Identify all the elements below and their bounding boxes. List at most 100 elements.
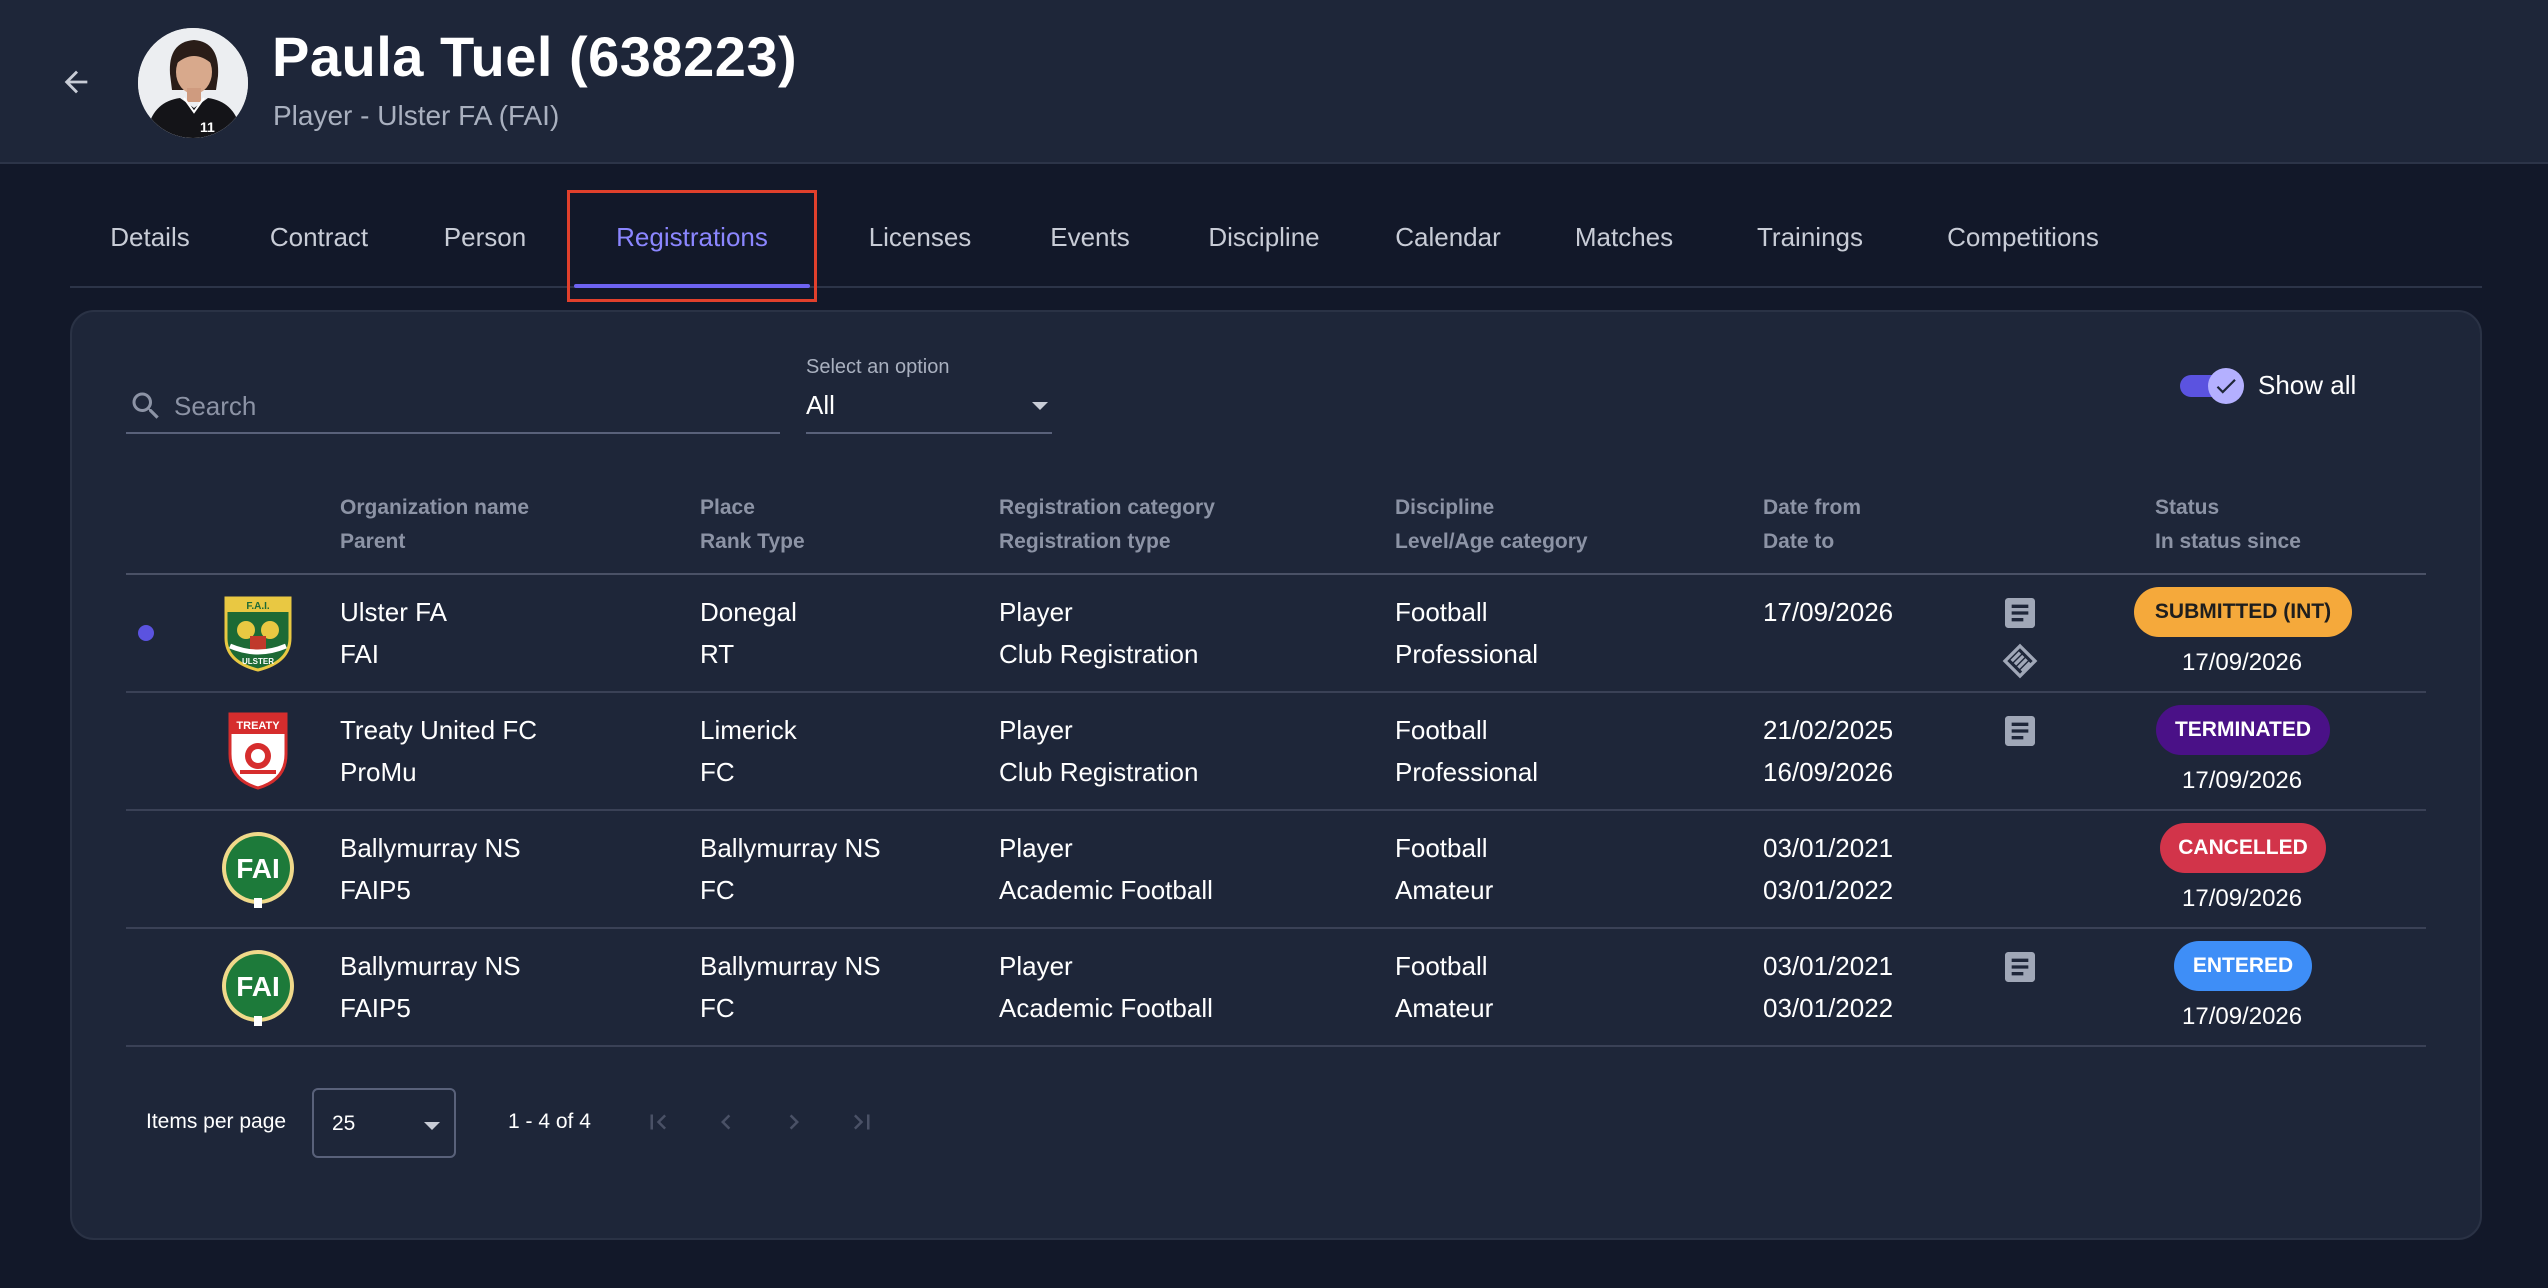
header-status-since[interactable]: In status since xyxy=(2155,530,2301,554)
arrow-left-icon xyxy=(64,70,88,94)
header-level[interactable]: Level/Age category xyxy=(1395,530,1588,554)
player-photo: 11 xyxy=(138,28,248,138)
header-discipline[interactable]: Discipline xyxy=(1395,496,1494,520)
fai-crest-text: FAI xyxy=(236,853,280,884)
tab-events[interactable]: Events xyxy=(1012,188,1168,286)
caret-down-icon xyxy=(424,1122,440,1130)
rank-type: FC xyxy=(700,993,735,1023)
ulster-crest-name: ULSTER xyxy=(242,657,274,666)
discipline: Football xyxy=(1395,597,1488,627)
level: Professional xyxy=(1395,639,1539,669)
header-reg-type[interactable]: Registration type xyxy=(999,530,1171,554)
handshake-icon[interactable] xyxy=(2000,641,2040,681)
page-subtitle: Player - Ulster FA (FAI) xyxy=(273,100,560,131)
discipline: Football xyxy=(1395,951,1488,981)
header-place[interactable]: Place xyxy=(700,496,755,520)
select-value: All xyxy=(806,390,835,420)
header-status[interactable]: Status xyxy=(2155,496,2219,520)
reg-category: Player xyxy=(999,951,1073,981)
table-row[interactable]: FAI Ballymurray NS FAIP5 Ballymurray NS … xyxy=(126,811,2426,929)
tab-matches[interactable]: Matches xyxy=(1536,188,1712,286)
header-date-from[interactable]: Date from xyxy=(1763,496,1861,520)
date-to: 03/01/2022 xyxy=(1763,875,1894,905)
tab-contract[interactable]: Contract xyxy=(230,188,408,286)
select-label: Select an option xyxy=(806,356,950,378)
treaty-crest-text: TREATY xyxy=(236,720,280,732)
tab-competitions[interactable]: Competitions xyxy=(1908,188,2138,286)
place: Ballymurray NS xyxy=(700,951,881,981)
date-from: 03/01/2021 xyxy=(1763,951,1894,981)
reg-type: Club Registration xyxy=(999,639,1199,669)
reg-category: Player xyxy=(999,597,1073,627)
tab-licenses[interactable]: Licenses xyxy=(828,188,1012,286)
status-badge: CANCELLED xyxy=(2160,823,2326,873)
items-per-page-select[interactable]: 25 xyxy=(312,1088,456,1158)
first-page-icon xyxy=(650,1114,667,1130)
tab-highlight-box xyxy=(567,190,817,302)
first-page-button[interactable] xyxy=(640,1104,676,1140)
reg-type: Club Registration xyxy=(999,757,1199,787)
tab-trainings[interactable]: Trainings xyxy=(1712,188,1908,286)
page-header: 11 Paula Tuel (638223) Player - Ulster F… xyxy=(0,0,2548,164)
parent-name: ProMu xyxy=(340,757,417,787)
selected-indicator xyxy=(138,625,154,641)
place: Donegal xyxy=(700,597,797,627)
ulster-crest-logo: F.A.I. ULSTER xyxy=(224,596,292,672)
level: Amateur xyxy=(1395,993,1494,1023)
org-name: Ulster FA xyxy=(340,597,447,627)
chevron-right-icon xyxy=(789,1114,799,1130)
tab-bar: Details Contract Person Registrations Li… xyxy=(70,188,2482,288)
toggle-thumb xyxy=(2208,368,2244,404)
header-reg-category[interactable]: Registration category xyxy=(999,496,1215,520)
tab-discipline[interactable]: Discipline xyxy=(1168,188,1360,286)
back-button[interactable] xyxy=(52,58,100,106)
tab-details[interactable]: Details xyxy=(70,188,230,286)
fai-crest-logo: FAI xyxy=(222,950,294,1026)
table-row[interactable]: FAI Ballymurray NS FAIP5 Ballymurray NS … xyxy=(126,929,2426,1047)
table-row[interactable]: TREATY Treaty United FC ProMu Limerick F… xyxy=(126,693,2426,811)
discipline: Football xyxy=(1395,715,1488,745)
header-org[interactable]: Organization name xyxy=(340,496,529,520)
next-page-button[interactable] xyxy=(776,1104,812,1140)
parent-name: FAIP5 xyxy=(340,875,411,905)
status-badge: ENTERED xyxy=(2174,941,2312,991)
last-page-button[interactable] xyxy=(844,1104,880,1140)
tab-person[interactable]: Person xyxy=(408,188,562,286)
show-all-toggle[interactable] xyxy=(2180,368,2246,404)
header-parent[interactable]: Parent xyxy=(340,530,405,554)
search-input[interactable] xyxy=(174,390,754,422)
fai-crest-text: FAI xyxy=(236,971,280,1002)
rank-type: FC xyxy=(700,757,735,787)
discipline: Football xyxy=(1395,833,1488,863)
level: Professional xyxy=(1395,757,1539,787)
status-badge: SUBMITTED (INT) xyxy=(2134,587,2352,637)
tab-calendar[interactable]: Calendar xyxy=(1360,188,1536,286)
last-page-icon xyxy=(853,1114,870,1130)
search-field[interactable] xyxy=(126,380,780,434)
org-name: Ballymurray NS xyxy=(340,833,521,863)
document-icon[interactable] xyxy=(2000,947,2040,987)
document-icon[interactable] xyxy=(2000,593,2040,633)
header-rank-type[interactable]: Rank Type xyxy=(700,530,805,554)
caret-down-icon xyxy=(1032,402,1048,410)
avatar: 11 xyxy=(138,28,248,138)
date-from: 21/02/2025 xyxy=(1763,715,1894,745)
status-since-date: 17/09/2026 xyxy=(2182,1003,2303,1030)
jersey-number: 11 xyxy=(200,119,215,135)
date-to: 03/01/2022 xyxy=(1763,993,1894,1023)
status-since-date: 17/09/2026 xyxy=(2182,767,2303,794)
parent-name: FAI xyxy=(340,639,380,669)
chevron-left-icon xyxy=(721,1114,731,1130)
parent-name: FAIP5 xyxy=(340,993,411,1023)
table-row[interactable]: F.A.I. ULSTER Ulster FA FAI Donegal RT P… xyxy=(126,575,2426,693)
date-from: 17/09/2026 xyxy=(1763,597,1894,627)
page-title: Paula Tuel (638223) xyxy=(272,25,798,88)
previous-page-button[interactable] xyxy=(708,1104,744,1140)
header-date-to[interactable]: Date to xyxy=(1763,530,1834,554)
ulster-crest-text: F.A.I. xyxy=(246,601,270,612)
rank-type: FC xyxy=(700,875,735,905)
place: Limerick xyxy=(700,715,797,745)
filter-select[interactable]: All xyxy=(806,384,1052,434)
document-icon[interactable] xyxy=(2000,711,2040,751)
status-badge: TERMINATED xyxy=(2156,705,2330,755)
